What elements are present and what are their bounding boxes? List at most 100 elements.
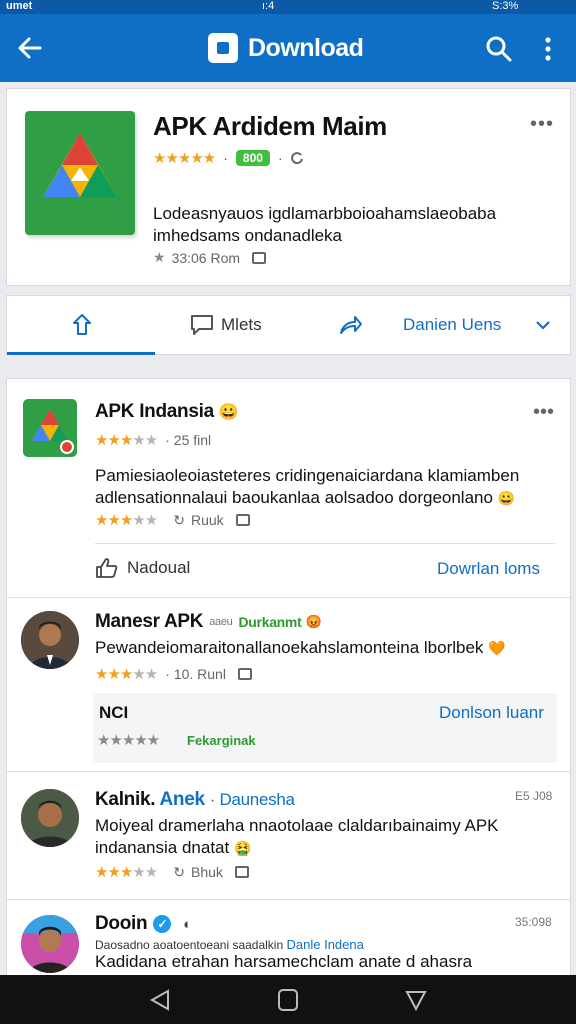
post-subline: Daosadno aoatoentoeani saadalkin Danle I…: [95, 937, 364, 952]
post-author: Kalnik. Anek · Daunesha: [95, 789, 295, 811]
like-button[interactable]: Nadoual: [95, 557, 190, 579]
post-prefix: aaeu: [209, 616, 233, 628]
status-carrier: umet: [6, 0, 33, 12]
status-battery-text: S:3%: [492, 0, 519, 12]
rating-stars: ★★★★★: [97, 732, 160, 749]
reload-icon: ↻: [173, 511, 185, 528]
app-title-text: Download: [248, 33, 364, 62]
tab-download-uens[interactable]: Danien Uens: [403, 296, 553, 354]
reply-label: NCI: [99, 703, 129, 722]
post-meta: ★★★★★ ↻ Bhuk: [95, 863, 249, 881]
more-horiz-icon[interactable]: •••: [530, 113, 554, 136]
dot-separator: ·: [277, 150, 283, 166]
triangle-logo-icon: [32, 409, 74, 454]
person-icon: [21, 789, 79, 847]
rating-stars: ★★★★★: [95, 864, 158, 881]
recents-icon[interactable]: [404, 989, 428, 1011]
post-apk-indansia: APK Indansia 😀 ★★★★★ · 25 finl Pamiesiao…: [7, 379, 570, 597]
post-body-text: Pamiesiaoleoiasteteres cridingenaiciarda…: [95, 466, 520, 507]
post-subline-link[interactable]: Danle Indena: [287, 937, 364, 952]
back-arrow-icon[interactable]: [14, 32, 46, 64]
more-horiz-icon[interactable]: •••: [533, 401, 554, 424]
like-label: Nadoual: [127, 558, 191, 577]
post-time: · 25 finl: [165, 432, 212, 448]
bookmark-icon[interactable]: [237, 668, 252, 680]
person-icon: [21, 915, 79, 973]
tab-forward[interactable]: [337, 296, 363, 354]
app-icon[interactable]: [25, 111, 135, 235]
app-hero-card: APK Ardidem Maim ★★★★★ · 800 · Lodeasnya…: [6, 88, 571, 286]
reply-tag: Fekarginak: [187, 733, 256, 748]
share-up-icon: [73, 314, 91, 335]
back-triangle-icon[interactable]: [148, 989, 172, 1011]
post-author-name: Dooin: [95, 913, 148, 934]
post-subline-text: Daosadno aoatoentoeani saadalkin: [95, 938, 284, 952]
emoji: 😡: [305, 614, 322, 629]
reply-download-link[interactable]: Donlson luanr: [439, 703, 544, 723]
person-icon: [21, 611, 79, 669]
status-bar: umet ı:4 S:3%: [0, 0, 576, 14]
app-meta: ★ 33:06 Rom: [153, 249, 267, 266]
post-dooin: Dooin ✓ ◖ 35:098 Daosadno aoatoentoeani …: [7, 899, 570, 977]
avatar[interactable]: [21, 789, 79, 847]
tab-mlets[interactable]: Mlets: [189, 296, 262, 354]
rating-stars: ★★★★★: [95, 512, 158, 529]
bookmark-icon[interactable]: [234, 866, 249, 878]
avatar[interactable]: [21, 915, 79, 973]
feed-card: APK Indansia 😀 ★★★★★ · 25 finl Pamiesiao…: [6, 378, 571, 978]
post-manesr: Manesr APK aaeu Durkanmt 😡 Pewandeiomara…: [7, 597, 570, 771]
search-icon[interactable]: [484, 34, 514, 64]
app-bar: Download: [0, 14, 576, 82]
tab-label: Mlets: [221, 315, 262, 334]
emoji: 😀: [497, 490, 516, 506]
post-meta-text: · 10. Runl: [165, 666, 226, 682]
verified-icon: ✓: [153, 915, 172, 933]
post-time: E5 J08: [515, 789, 553, 803]
post-body: Kadidana etrahan harsamechclam anate d a…: [95, 952, 473, 971]
home-icon[interactable]: [276, 989, 300, 1011]
post-body-text: Pewandeiomaraitonallanoekahslamonteina l…: [95, 638, 484, 657]
comment-icon: [191, 315, 213, 335]
avatar[interactable]: [21, 611, 79, 669]
thumbs-up-icon: [96, 558, 118, 578]
triangle-logo-icon: [43, 133, 117, 197]
post-body: Pamiesiaoleoiasteteres cridingenaiciarda…: [95, 465, 545, 509]
post-rating: ★★★★★ · 25 finl: [95, 431, 211, 449]
active-tab-indicator: [7, 352, 155, 355]
post-body: Pewandeiomaraitonallanoekahslamonteina l…: [95, 637, 545, 659]
post-meta: ★★★★★ ↻ Ruuk: [95, 511, 250, 529]
app-meta-text: 33:06 Rom: [171, 249, 241, 266]
status-time: ı:4: [262, 0, 275, 12]
post-author: Manesr APK aaeu Durkanmt 😡: [95, 611, 322, 633]
forward-icon: [340, 316, 362, 334]
more-vert-icon[interactable]: [536, 34, 560, 64]
system-nav-bar: [0, 975, 576, 1024]
app-title: Download: [208, 30, 364, 66]
emoji: 🤮: [233, 840, 252, 856]
post-body-text: Moiyeal dramerlaha nnaotolaae claldarıba…: [95, 816, 499, 857]
post-meta: ★★★★★ · 10. Runl: [95, 665, 252, 683]
tab-bar: Mlets Danien Uens: [6, 295, 571, 355]
reload-icon: ↻: [173, 863, 185, 880]
emoji: 🧡: [488, 640, 506, 656]
rating-stars: ★★★★★: [153, 150, 216, 167]
refresh-icon: [290, 152, 303, 165]
post-author: Dooin ✓ ◖: [95, 913, 190, 935]
app-rating-row: ★★★★★ · 800 ·: [153, 149, 305, 167]
rating-badge: 800: [235, 150, 270, 166]
post-author-name: APK Indansia: [95, 401, 214, 422]
post-tag: Durkanmt: [238, 614, 302, 630]
chevron-down-icon: [536, 321, 551, 330]
post-author-handle: Anek: [159, 789, 205, 810]
download-link[interactable]: Dowrlan loms: [437, 559, 540, 579]
post-meta-text: Ruuk: [190, 512, 224, 528]
avatar[interactable]: [23, 399, 77, 457]
tab-label: Danien Uens: [403, 315, 502, 334]
bookmark-icon[interactable]: [252, 251, 267, 264]
post-time: 35:098: [515, 915, 552, 929]
bookmark-icon[interactable]: [235, 514, 250, 526]
tab-share[interactable]: [69, 296, 95, 354]
post-author-location: · Daunesha: [209, 790, 295, 809]
app-name: APK Ardidem Maim: [153, 111, 387, 141]
post-author-name: Manesr APK: [95, 611, 204, 632]
